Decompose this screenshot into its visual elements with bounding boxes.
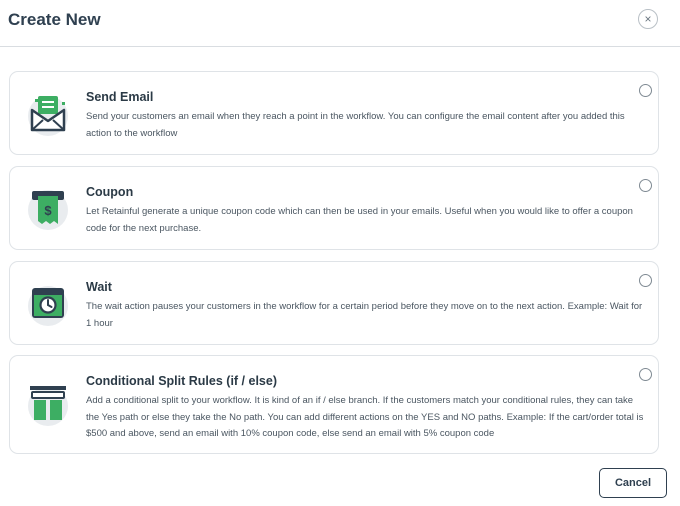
coupon-receipt-icon: $ (26, 184, 72, 230)
option-title: Send Email (86, 90, 154, 104)
cancel-button[interactable]: Cancel (599, 468, 667, 498)
option-description: Let Retainful generate a unique coupon c… (86, 206, 633, 234)
dialog-header: Create New × (0, 0, 680, 47)
option-description: Send your customers an email when they r… (86, 111, 625, 139)
option-title: Coupon (86, 185, 134, 199)
option-wait[interactable]: Wait The wait action pauses your custome… (9, 261, 659, 345)
envelope-icon (26, 90, 72, 136)
option-conditional-split[interactable]: Conditional Split Rules (if / else) Add … (9, 355, 659, 454)
option-title: Conditional Split Rules (if / else) (86, 374, 277, 388)
split-columns-icon (26, 380, 72, 426)
clock-window-icon (26, 280, 72, 326)
option-coupon[interactable]: $ Coupon Let Retainful generate a unique… (9, 166, 659, 250)
option-description: The wait action pauses your customers in… (86, 301, 643, 329)
option-radio[interactable] (639, 179, 652, 192)
option-radio[interactable] (639, 274, 652, 287)
dialog-title: Create New (8, 10, 101, 29)
svg-text:$: $ (44, 203, 52, 218)
close-button[interactable]: × (638, 9, 658, 29)
option-description: Add a conditional split to your workflow… (86, 395, 644, 439)
option-radio[interactable] (639, 368, 652, 381)
option-title: Wait (86, 280, 112, 294)
option-send-email[interactable]: Send Email Send your customers an email … (9, 71, 659, 155)
option-radio[interactable] (639, 84, 652, 97)
